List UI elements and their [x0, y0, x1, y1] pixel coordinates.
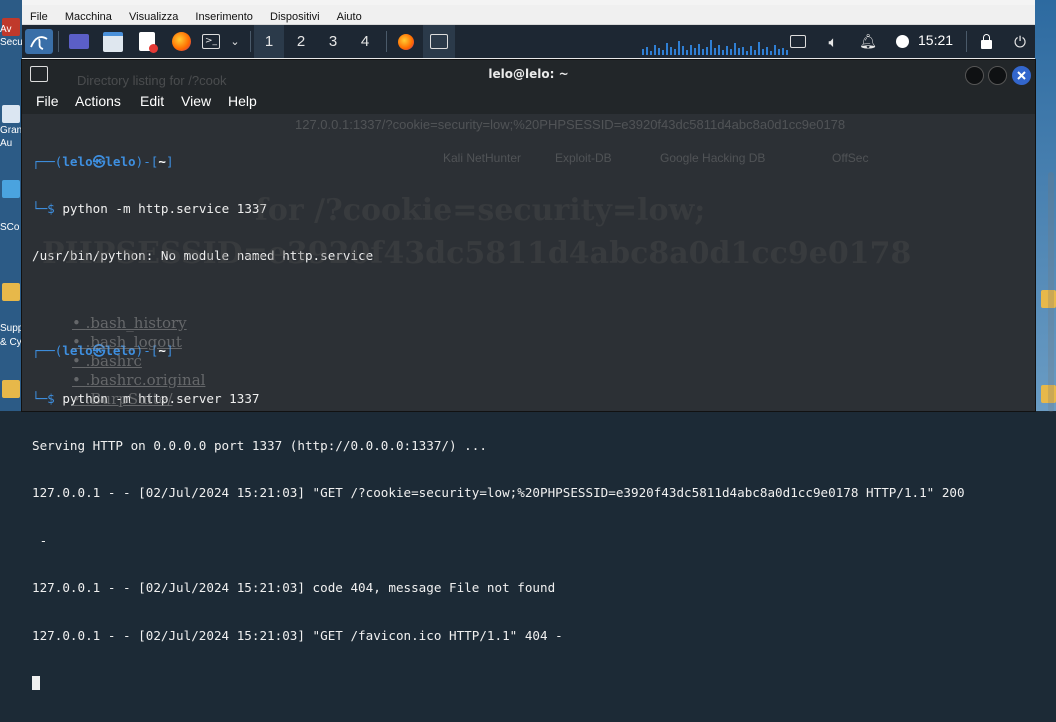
- host-label-7: & Cy: [0, 337, 22, 348]
- volume-icon[interactable]: 🔈︎: [822, 29, 844, 54]
- cpu-graph: [642, 40, 788, 55]
- clock[interactable]: 15:21: [918, 32, 953, 48]
- browser-url: 127.0.0.1:1337/?cookie=security=low;%20P…: [295, 117, 846, 132]
- folder-icon[interactable]: [2, 380, 20, 398]
- file-link[interactable]: .bashrc.original: [72, 371, 206, 390]
- panel-separator: [966, 31, 967, 52]
- browser-file-list: .bash_history .bash_logout .bashrc .bash…: [72, 314, 206, 409]
- file-link[interactable]: .bash_logout: [72, 333, 205, 352]
- menu-view[interactable]: View: [181, 93, 211, 109]
- taskbar-firefox[interactable]: [390, 25, 422, 58]
- bell-icon[interactable]: 🔔︎: [858, 29, 878, 54]
- vm-menu-view[interactable]: Visualizza: [129, 8, 178, 23]
- output-line: -: [32, 532, 48, 548]
- file-link[interactable]: .bashrc: [72, 352, 205, 371]
- prompt-line-top: ┌──(lelo㉿lelo)-[~]: [32, 153, 174, 169]
- vm-menu-file[interactable]: File: [30, 8, 48, 23]
- terminal-icon: [430, 34, 448, 49]
- firefox-icon: [398, 33, 414, 50]
- workspace-2[interactable]: 2: [286, 25, 316, 58]
- cursor-line: [32, 675, 1027, 691]
- menu-actions[interactable]: Actions: [75, 93, 121, 109]
- host-desktop: Av Secu Gran Au SCo Supp & Cy: [0, 0, 22, 411]
- logout-icon[interactable]: ⏻: [1010, 29, 1030, 54]
- close-icon: [1017, 71, 1026, 80]
- file-manager-icon[interactable]: [100, 29, 126, 54]
- browser-tab-title: Directory listing for /?cook: [77, 73, 227, 88]
- menu-help[interactable]: Help: [228, 93, 257, 109]
- terminal-scrollbar[interactable]: [1048, 172, 1054, 412]
- maximize-button[interactable]: [988, 66, 1007, 85]
- host-label-2: Secu: [0, 37, 22, 48]
- text-editor-icon[interactable]: [134, 29, 160, 54]
- bookmark-item: OffSec: [832, 151, 869, 165]
- lock-icon[interactable]: [976, 29, 996, 54]
- vm-menu-help[interactable]: Aiuto: [337, 8, 362, 23]
- output-line: 127.0.0.1 - - [02/Jul/2024 15:21:03] "GE…: [32, 485, 965, 501]
- panel-separator: [386, 31, 387, 52]
- output-line: 127.0.0.1 - - [02/Jul/2024 15:21:03] cod…: [32, 580, 556, 596]
- workspace-1[interactable]: 1: [254, 25, 284, 60]
- bookmark-item: Google Hacking DB: [660, 151, 766, 165]
- browser-heading-cont: PHPSESSID=e3920f43dc5811d4abc8a0d1cc9e01…: [42, 236, 912, 271]
- host-label-1: Av: [0, 24, 12, 35]
- panel-separator: [58, 31, 59, 52]
- firefox-icon[interactable]: [168, 29, 194, 54]
- show-desktop-icon[interactable]: [66, 29, 92, 54]
- host-label-3: Gran: [0, 125, 22, 136]
- close-button[interactable]: [1012, 66, 1031, 85]
- vm-menubar: File Macchina Visualizza Inserimento Dis…: [22, 5, 1035, 25]
- folder-icon[interactable]: [2, 283, 20, 301]
- chevron-down-icon[interactable]: ⌄: [227, 29, 243, 54]
- file-link[interactable]: .BurpSuite/: [72, 390, 205, 409]
- kali-dragon-icon[interactable]: [25, 29, 53, 54]
- minimize-button[interactable]: [965, 66, 984, 85]
- bookmark-item: Exploit-DB: [555, 151, 612, 165]
- host-label-4: Au: [0, 138, 13, 149]
- terminal-icon[interactable]: >_: [200, 29, 222, 54]
- host-label-5: SCo: [0, 222, 20, 233]
- terminal-menubar: File Actions Edit View Help: [22, 89, 1035, 114]
- vscode-icon[interactable]: [2, 180, 20, 198]
- shortcut-icon[interactable]: [2, 105, 20, 123]
- power-icon[interactable]: [892, 29, 912, 54]
- file-link[interactable]: .bash_history: [72, 314, 205, 333]
- panel-separator: [250, 31, 251, 52]
- host-label-6: Supp: [0, 323, 22, 334]
- menu-file[interactable]: File: [36, 93, 59, 109]
- kali-panel: >_ ⌄ 1 2 3 4 🔈︎ 🔔︎ 15:21 ⏻: [22, 25, 1035, 60]
- workspace-3[interactable]: 3: [318, 25, 348, 58]
- vm-menu-input[interactable]: Inserimento: [195, 8, 252, 23]
- vm-menu-machine[interactable]: Macchina: [65, 8, 112, 23]
- text-cursor: [32, 676, 40, 691]
- menu-edit[interactable]: Edit: [140, 93, 164, 109]
- output-line: 127.0.0.1 - - [02/Jul/2024 15:21:03] "GE…: [32, 627, 563, 643]
- taskbar-terminal[interactable]: [423, 25, 455, 60]
- browser-heading: for /?cookie=security=low;: [255, 193, 706, 228]
- bookmark-item: Kali NetHunter: [443, 151, 522, 165]
- workspace-4[interactable]: 4: [350, 25, 380, 58]
- vm-menu-devices[interactable]: Dispositivi: [270, 8, 320, 23]
- display-icon[interactable]: [788, 29, 808, 54]
- output-line: Serving HTTP on 0.0.0.0 port 1337 (http:…: [32, 437, 487, 453]
